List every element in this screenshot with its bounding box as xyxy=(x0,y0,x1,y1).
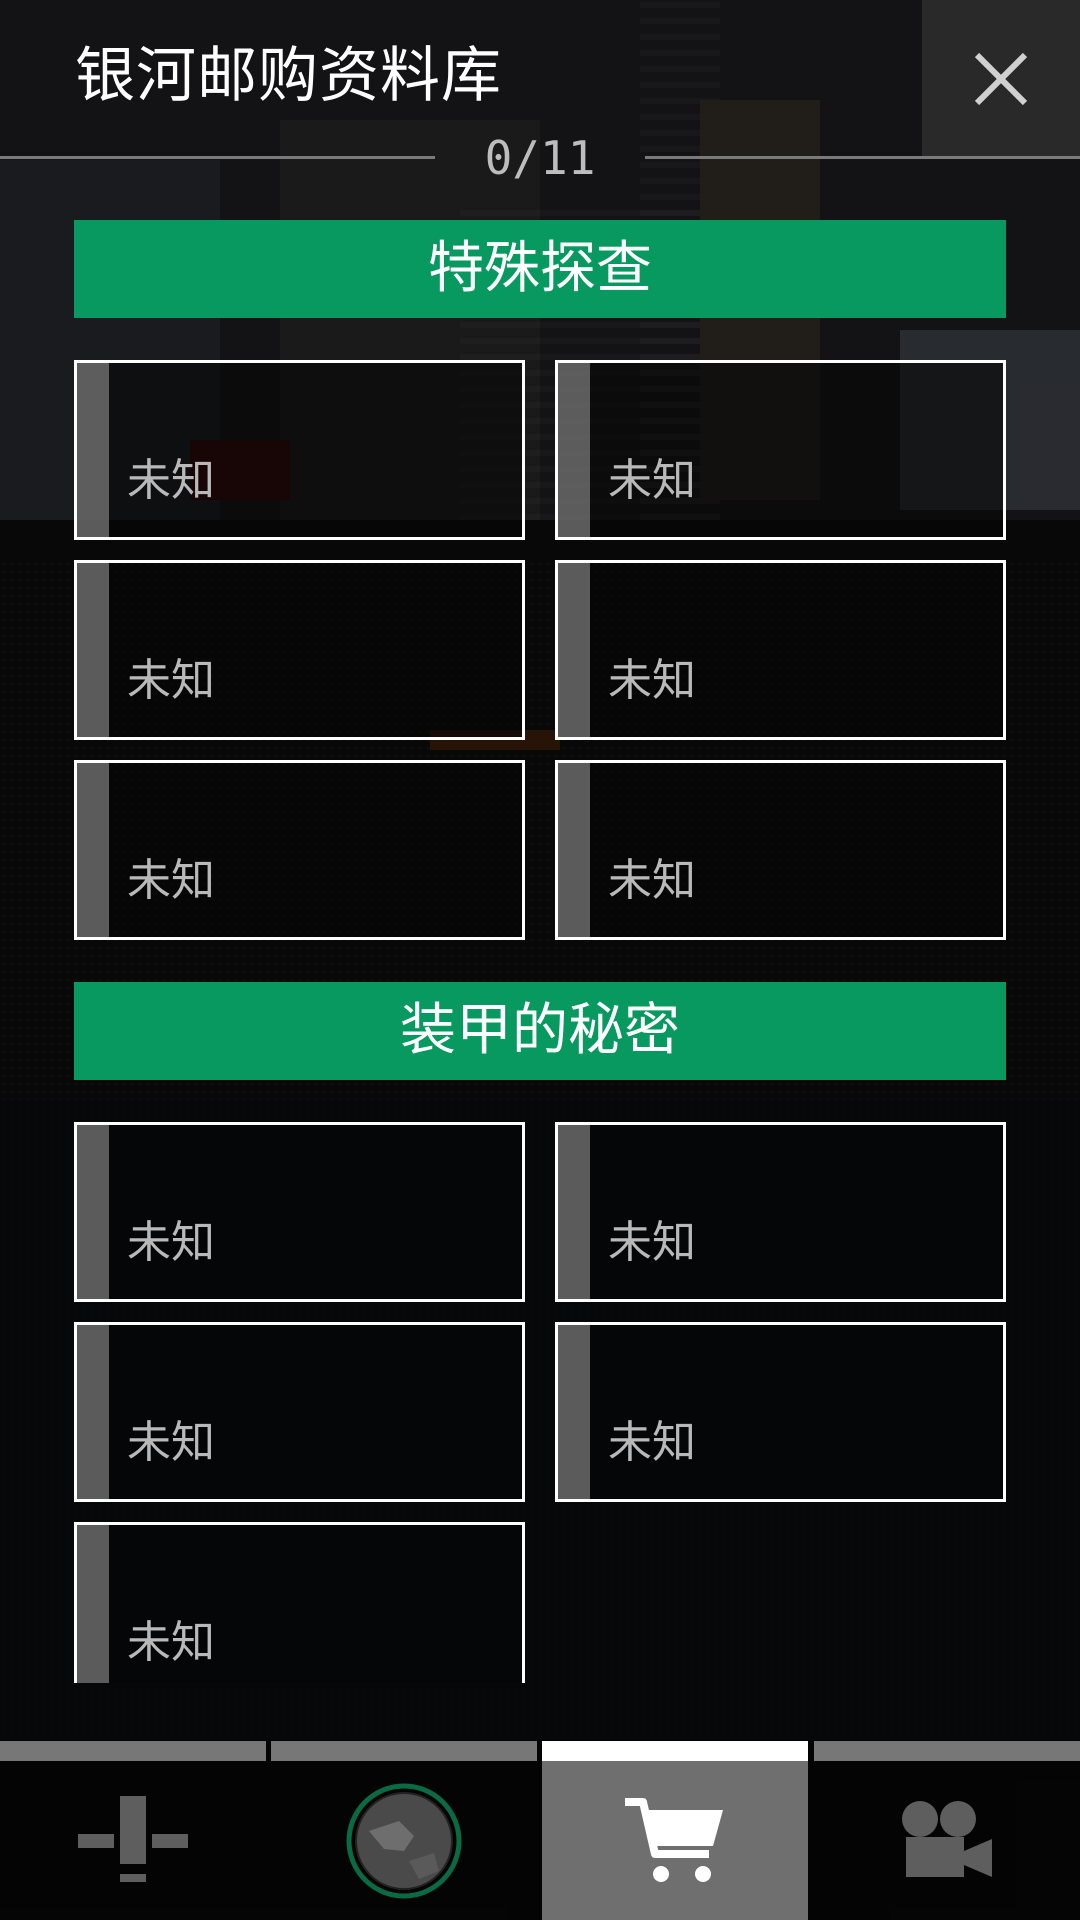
page-title: 银河邮购资料库 xyxy=(75,41,502,111)
collection-list[interactable]: 特殊探查 未知 未知 未知 未知 未知 未知 装甲的秘密 未知 未知 未知 未知… xyxy=(0,220,1080,1683)
entry-card[interactable]: 未知 xyxy=(74,360,525,540)
card-accent xyxy=(558,763,590,937)
card-accent xyxy=(77,1125,109,1299)
pilot-marker-icon xyxy=(78,1795,188,1882)
entry-card[interactable]: 未知 xyxy=(74,1122,525,1302)
divider-right xyxy=(645,156,1080,159)
tab-indicator xyxy=(542,1741,808,1761)
tab-indicator xyxy=(0,1741,266,1761)
card-accent xyxy=(77,1525,109,1683)
section-armor-secrets: 装甲的秘密 未知 未知 未知 未知 未知 xyxy=(74,982,1006,1683)
entry-label: 未知 xyxy=(127,1417,215,1468)
card-accent xyxy=(77,563,109,737)
entry-card[interactable]: 未知 xyxy=(555,1322,1006,1502)
card-accent xyxy=(77,363,109,537)
entry-label: 未知 xyxy=(127,855,215,906)
planet-icon xyxy=(346,1783,462,1898)
item-grid: 未知 未知 未知 未知 未知 未知 xyxy=(74,360,1006,940)
movie-camera-icon xyxy=(902,1800,992,1877)
entry-label: 未知 xyxy=(127,455,215,506)
entry-label: 未知 xyxy=(127,1617,215,1668)
section-special-probe: 特殊探查 未知 未知 未知 未知 未知 未知 xyxy=(74,220,1006,940)
bottom-nav xyxy=(0,1741,1080,1920)
tab-cinema[interactable] xyxy=(814,1741,1080,1920)
card-accent xyxy=(558,563,590,737)
entry-label: 未知 xyxy=(127,655,215,706)
entry-label: 未知 xyxy=(608,655,696,706)
entry-label: 未知 xyxy=(608,1217,696,1268)
section-header: 装甲的秘密 xyxy=(74,982,1006,1080)
collection-progress: 0/11 xyxy=(484,131,596,185)
section-header: 特殊探查 xyxy=(74,220,1006,318)
item-grid: 未知 未知 未知 未知 未知 xyxy=(74,1122,1006,1683)
tab-indicator xyxy=(271,1741,537,1761)
card-accent xyxy=(77,763,109,937)
tab-indicator xyxy=(814,1741,1080,1761)
card-accent xyxy=(558,1125,590,1299)
tab-planet[interactable] xyxy=(271,1741,537,1920)
card-accent xyxy=(558,1325,590,1499)
entry-label: 未知 xyxy=(608,855,696,906)
entry-card[interactable]: 未知 xyxy=(74,760,525,940)
tab-pilot[interactable] xyxy=(0,1741,266,1920)
close-icon xyxy=(974,52,1028,106)
entry-card[interactable]: 未知 xyxy=(74,560,525,740)
entry-label: 未知 xyxy=(608,455,696,506)
entry-card[interactable]: 未知 xyxy=(555,560,1006,740)
shopping-cart-icon xyxy=(625,1797,723,1882)
tab-shop[interactable] xyxy=(542,1741,808,1920)
divider-left xyxy=(0,156,435,159)
card-accent xyxy=(558,363,590,537)
progress-row: 0/11 xyxy=(0,128,1080,188)
entry-card[interactable]: 未知 xyxy=(555,360,1006,540)
entry-card[interactable]: 未知 xyxy=(74,1322,525,1502)
card-accent xyxy=(77,1325,109,1499)
entry-card[interactable]: 未知 xyxy=(555,1122,1006,1302)
entry-label: 未知 xyxy=(608,1417,696,1468)
entry-card[interactable]: 未知 xyxy=(74,1522,525,1683)
entry-label: 未知 xyxy=(127,1217,215,1268)
entry-card[interactable]: 未知 xyxy=(555,760,1006,940)
